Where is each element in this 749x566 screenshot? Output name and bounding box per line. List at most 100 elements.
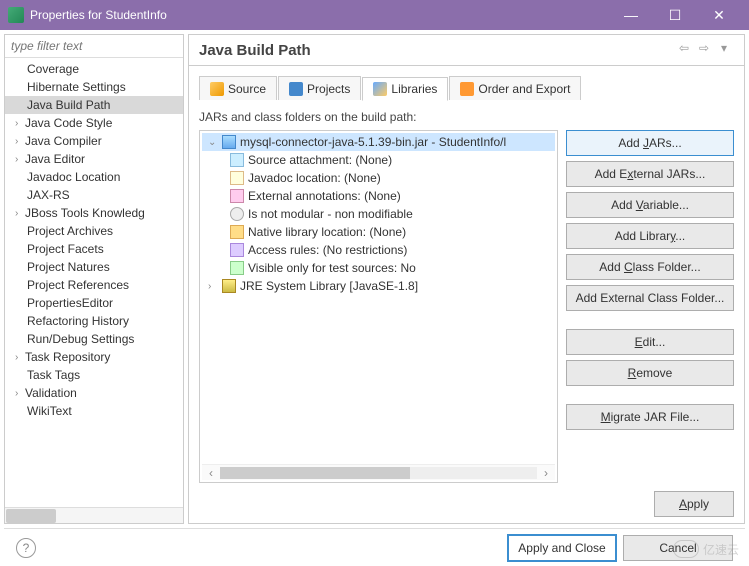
sidebar-item-label: Refactoring History xyxy=(27,314,129,328)
chevron-right-icon: › xyxy=(15,352,25,363)
edit-button[interactable]: Edit... xyxy=(566,329,734,355)
jar-icon xyxy=(222,135,236,149)
help-icon[interactable]: ? xyxy=(16,538,36,558)
add-jars-button[interactable]: Add JARs... xyxy=(566,130,734,156)
access-rules[interactable]: Access rules: (No restrictions) xyxy=(202,241,555,259)
button-column: Add JARs... Add External JARs... Add Var… xyxy=(566,130,734,483)
sidebar-item-jax-rs[interactable]: JAX-RS xyxy=(5,186,183,204)
source-icon xyxy=(210,82,224,96)
jar-node[interactable]: ⌄mysql-connector-java-5.1.39-bin.jar - S… xyxy=(202,133,555,151)
projects-icon xyxy=(289,82,303,96)
sidebar-item-java-code-style[interactable]: ›Java Code Style xyxy=(5,114,183,132)
sidebar-item-label: Task Tags xyxy=(27,368,80,382)
apply-button[interactable]: Apply xyxy=(654,491,734,517)
apply-and-close-button[interactable]: Apply and Close xyxy=(507,534,617,562)
scroll-left-icon: ‹ xyxy=(204,466,218,480)
page-title: Java Build Path xyxy=(199,42,674,59)
sidebar-item-label: Java Code Style xyxy=(25,116,112,130)
sidebar-item-jboss-tools-knowledg[interactable]: ›JBoss Tools Knowledg xyxy=(5,204,183,222)
order-icon xyxy=(460,82,474,96)
external-annotations[interactable]: External annotations: (None) xyxy=(202,187,555,205)
sidebar-item-run-debug-settings[interactable]: Run/Debug Settings xyxy=(5,330,183,348)
sidebar-item-javadoc-location[interactable]: Javadoc Location xyxy=(5,168,183,186)
sidebar-item-refactoring-history[interactable]: Refactoring History xyxy=(5,312,183,330)
libraries-icon xyxy=(373,82,387,96)
tab-libraries[interactable]: Libraries xyxy=(362,77,448,101)
sidebar-item-label: Run/Debug Settings xyxy=(27,332,134,346)
nav-menu-icon[interactable]: ▾ xyxy=(714,41,734,59)
add-class-folder-button[interactable]: Add Class Folder... xyxy=(566,254,734,280)
sidebar-item-project-facets[interactable]: Project Facets xyxy=(5,240,183,258)
sidebar-item-label: Project Facets xyxy=(27,242,104,256)
close-button[interactable]: ✕ xyxy=(697,0,741,30)
sidebar-item-label: Validation xyxy=(25,386,77,400)
sidebar-item-java-compiler[interactable]: ›Java Compiler xyxy=(5,132,183,150)
add-external-jars-button[interactable]: Add External JARs... xyxy=(566,161,734,187)
sidebar-item-label: PropertiesEditor xyxy=(27,296,113,310)
minimize-button[interactable]: — xyxy=(609,0,653,30)
sidebar-item-label: JAX-RS xyxy=(27,188,70,202)
annotations-icon xyxy=(230,189,244,203)
sidebar-item-project-references[interactable]: Project References xyxy=(5,276,183,294)
sidebar-item-project-natures[interactable]: Project Natures xyxy=(5,258,183,276)
sidebar-item-label: WikiText xyxy=(27,404,72,418)
sidebar-item-java-build-path[interactable]: Java Build Path xyxy=(5,96,183,114)
modular-status[interactable]: Is not modular - non modifiable xyxy=(202,205,555,223)
tab-source[interactable]: Source xyxy=(199,76,277,100)
sidebar-item-coverage[interactable]: Coverage xyxy=(5,60,183,78)
category-tree[interactable]: Coverage Hibernate Settings Java Build Pat… xyxy=(5,58,183,507)
tab-projects[interactable]: Projects xyxy=(278,76,361,100)
add-variable-button[interactable]: Add Variable... xyxy=(566,192,734,218)
nav-back-icon[interactable]: ⇦ xyxy=(674,41,694,59)
add-external-class-folder-button[interactable]: Add External Class Folder... xyxy=(566,285,734,311)
sidebar-item-wikitext[interactable]: WikiText xyxy=(5,402,183,420)
sidebar-item-propertieseditor[interactable]: PropertiesEditor xyxy=(5,294,183,312)
sidebar-item-task-repository[interactable]: ›Task Repository xyxy=(5,348,183,366)
sidebar-item-label: Hibernate Settings xyxy=(27,80,126,94)
dialog-footer: ? Apply and Close Cancel xyxy=(4,528,745,566)
native-icon xyxy=(230,225,244,239)
section-subtitle: JARs and class folders on the build path… xyxy=(199,110,734,124)
remove-button[interactable]: Remove xyxy=(566,360,734,386)
libtree-scrollbar[interactable]: ‹ › xyxy=(202,464,555,480)
window-title: Properties for StudentInfo xyxy=(30,8,609,22)
sidebar-item-label: Project Natures xyxy=(27,260,110,274)
access-icon xyxy=(230,243,244,257)
sidebar-item-label: Java Build Path xyxy=(27,98,110,112)
chevron-right-icon: › xyxy=(15,154,25,165)
page-header: Java Build Path ⇦ ⇨ ▾ xyxy=(188,34,745,65)
sidebar-item-java-editor[interactable]: ›Java Editor xyxy=(5,150,183,168)
tab-bar: Source Projects Libraries Order and Expo… xyxy=(199,76,734,100)
sidebar-item-label: JBoss Tools Knowledg xyxy=(25,206,145,220)
maximize-button[interactable]: ☐ xyxy=(653,0,697,30)
scroll-right-icon: › xyxy=(539,466,553,480)
visibility-icon xyxy=(230,261,244,275)
sidebar-item-label: Coverage xyxy=(27,62,79,76)
sidebar-item-label: Javadoc Location xyxy=(27,170,120,184)
module-icon xyxy=(230,207,244,221)
file-icon xyxy=(230,153,244,167)
add-library-button[interactable]: Add Library... xyxy=(566,223,734,249)
sidebar-item-project-archives[interactable]: Project Archives xyxy=(5,222,183,240)
jre-node[interactable]: ›JRE System Library [JavaSE-1.8] xyxy=(202,277,555,295)
sidebar-item-validation[interactable]: ›Validation xyxy=(5,384,183,402)
sidebar-item-label: Java Compiler xyxy=(25,134,102,148)
sidebar-item-hibernate-settings[interactable]: Hibernate Settings xyxy=(5,78,183,96)
migrate-jar-button[interactable]: Migrate JAR File... xyxy=(566,404,734,430)
chevron-right-icon: › xyxy=(15,388,25,399)
javadoc-icon xyxy=(230,171,244,185)
test-visibility[interactable]: Visible only for test sources: No xyxy=(202,259,555,277)
title-bar: Properties for StudentInfo — ☐ ✕ xyxy=(0,0,749,30)
filter-input[interactable] xyxy=(5,35,183,58)
tab-order-export[interactable]: Order and Export xyxy=(449,76,581,100)
chevron-right-icon: › xyxy=(15,208,25,219)
native-library[interactable]: Native library location: (None) xyxy=(202,223,555,241)
source-attachment[interactable]: Source attachment: (None) xyxy=(202,151,555,169)
app-icon xyxy=(8,7,24,23)
sidebar-scrollbar[interactable] xyxy=(5,507,183,523)
chevron-right-icon: › xyxy=(15,118,25,129)
sidebar-item-task-tags[interactable]: Task Tags xyxy=(5,366,183,384)
library-tree[interactable]: ⌄mysql-connector-java-5.1.39-bin.jar - S… xyxy=(199,130,558,483)
nav-fwd-icon[interactable]: ⇨ xyxy=(694,41,714,59)
javadoc-location[interactable]: Javadoc location: (None) xyxy=(202,169,555,187)
